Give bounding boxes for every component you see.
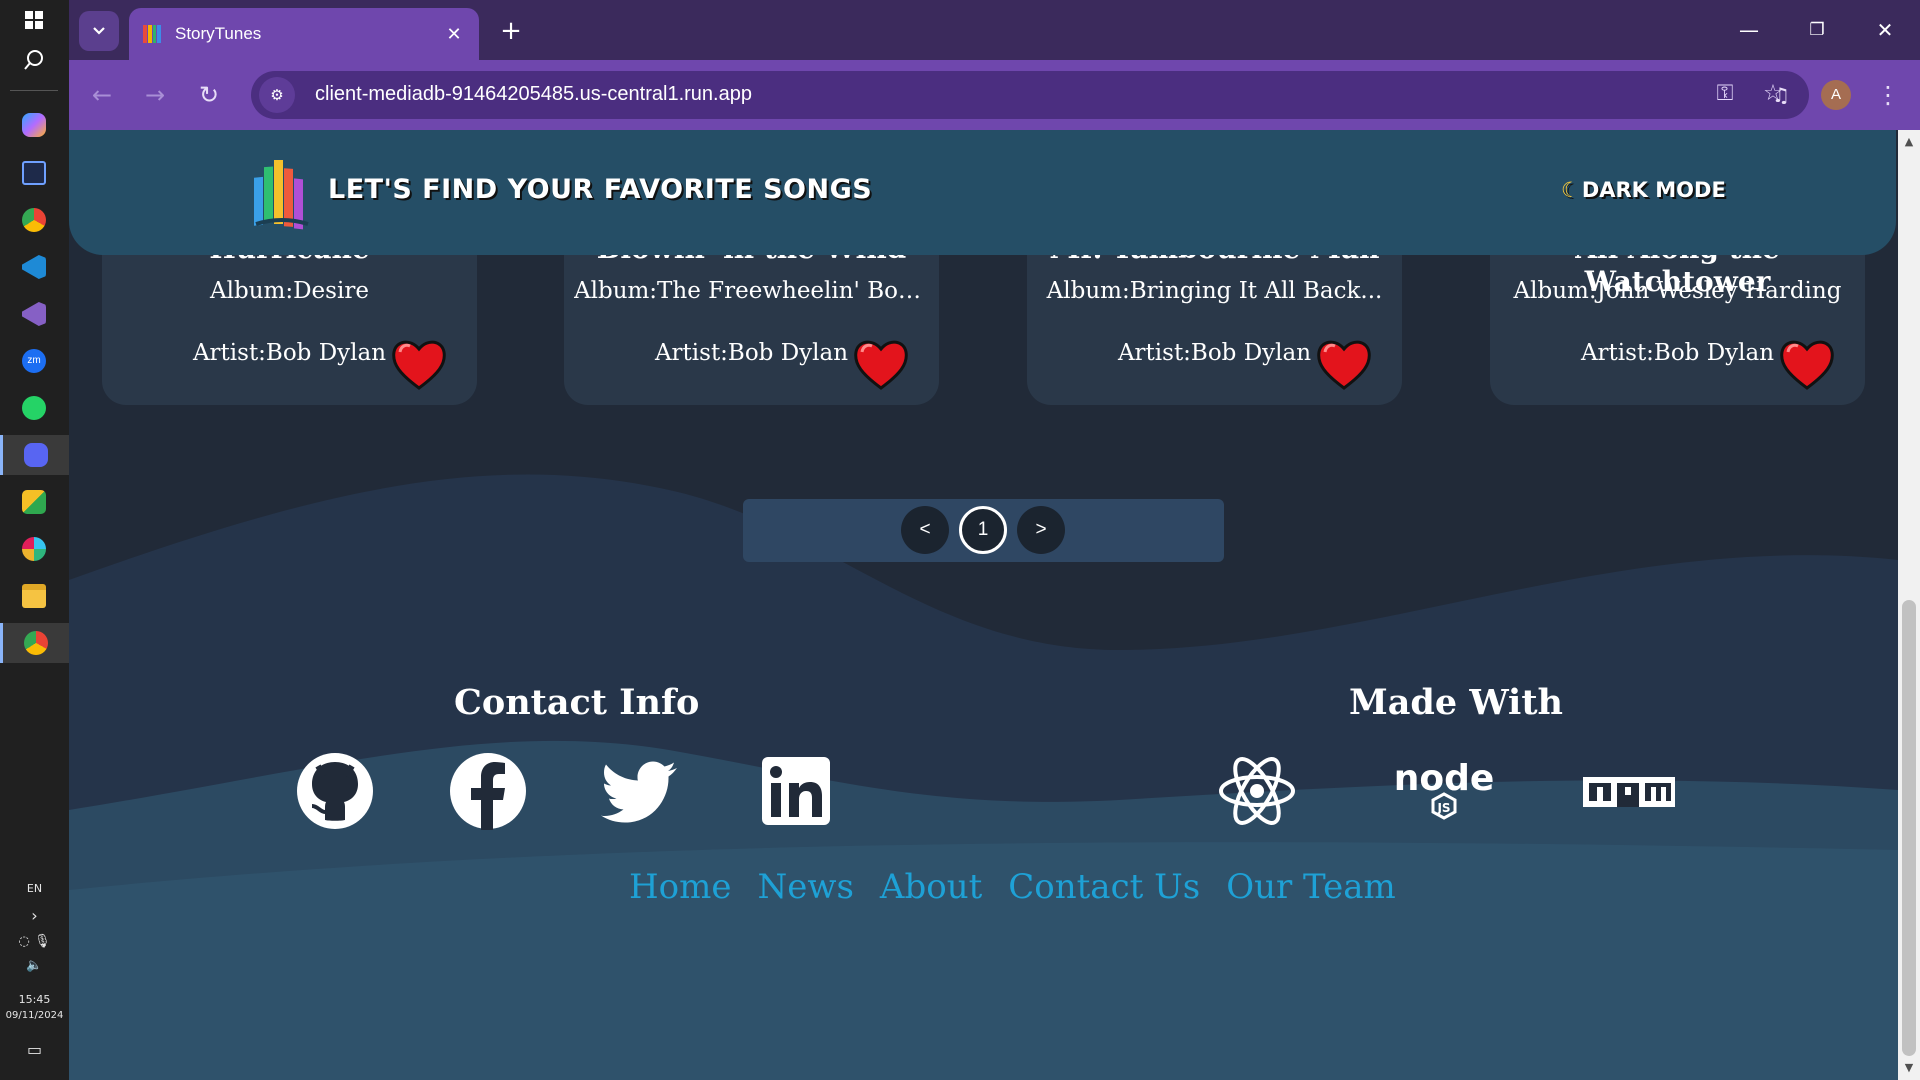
sticky-tools-icon[interactable] (10, 482, 58, 522)
whatsapp-icon[interactable] (10, 388, 58, 428)
scroll-thumb[interactable] (1902, 600, 1916, 1056)
next-page-button[interactable]: > (1017, 506, 1065, 554)
forward-icon[interactable]: → (136, 76, 174, 114)
contact-info-heading: Contact Info (454, 682, 700, 723)
svg-text:JS: JS (1436, 801, 1450, 815)
search-icon[interactable] (10, 40, 58, 80)
profile-avatar[interactable]: A (1821, 80, 1851, 110)
heart-favorite-icon[interactable] (1315, 336, 1373, 392)
volume-icon[interactable]: 🔈 (0, 958, 69, 973)
dark-mode-label: DARK MODE (1581, 178, 1726, 202)
new-tab-icon[interactable]: + (494, 14, 528, 48)
footer-link-about[interactable]: About (880, 867, 982, 907)
song-album: Album:Desire (210, 278, 369, 304)
taskbar-divider (10, 90, 58, 91)
page-1-button[interactable]: 1 (959, 506, 1007, 554)
close-window-icon[interactable]: ✕ (1865, 12, 1905, 48)
chevron-right-icon[interactable]: › (0, 906, 69, 925)
browser-tab[interactable]: StoryTunes ✕ (129, 8, 479, 60)
made-with-heading: Made With (1349, 682, 1563, 723)
twitter-icon[interactable] (601, 750, 683, 832)
slack-icon[interactable] (10, 529, 58, 569)
page-scrollbar[interactable]: ▲ ▼ (1898, 130, 1920, 1080)
restore-icon[interactable]: ❐ (1797, 12, 1837, 48)
github-icon[interactable] (294, 750, 376, 832)
password-key-icon[interactable]: ⚿ (1711, 81, 1739, 106)
footer-link-our-team[interactable]: Our Team (1226, 867, 1396, 907)
react-icon[interactable] (1216, 750, 1298, 832)
clock-time[interactable]: 15:45 (0, 993, 69, 1006)
terminal-app-icon[interactable] (10, 153, 58, 193)
nodejs-icon[interactable]: node JS (1389, 746, 1499, 828)
chrome-active-icon[interactable] (0, 623, 69, 663)
network-mic-icon[interactable]: ◌ 🎙 (0, 934, 69, 949)
dark-mode-toggle[interactable]: ☾DARK MODE (1561, 178, 1726, 202)
song-album: Album:The Freewheelin' Bob... (574, 278, 929, 304)
start-icon[interactable] (10, 0, 58, 40)
storytunes-logo-icon (254, 160, 309, 230)
menu-kebab-icon[interactable]: ⋮ (1869, 76, 1907, 114)
pagination: < 1 > (743, 499, 1224, 562)
visual-studio-icon[interactable] (10, 294, 58, 334)
tab-search-chevron-icon[interactable] (79, 11, 119, 51)
clock-date[interactable]: 09/11/2024 (0, 1010, 69, 1021)
copilot-icon[interactable] (10, 105, 58, 145)
facebook-icon[interactable] (447, 750, 529, 832)
site-header: LET'S FIND YOUR FAVORITE SONGS ☾DARK MOD… (69, 130, 1896, 255)
footer-nav: Home News About Contact Us Our Team (629, 867, 1396, 907)
heart-favorite-icon[interactable] (390, 336, 448, 392)
browser-toolbar: ← → ↻ ⚙ client-mediadb-91464205485.us-ce… (69, 60, 1920, 130)
npm-icon[interactable] (1579, 750, 1679, 832)
media-controls-icon[interactable]: ♫ (1762, 76, 1800, 114)
footer-link-news[interactable]: News (757, 867, 853, 907)
browser-tab-strip: StoryTunes ✕ + — ❐ ✕ (69, 0, 1920, 60)
heart-favorite-icon[interactable] (1778, 336, 1836, 392)
tab-title: StoryTunes (175, 24, 262, 43)
linkedin-icon[interactable] (755, 750, 837, 832)
back-icon[interactable]: ← (83, 76, 121, 114)
file-explorer-icon[interactable] (10, 576, 58, 616)
notification-icon[interactable]: ▭ (0, 1040, 69, 1059)
reload-icon[interactable]: ↻ (190, 76, 228, 114)
zoom-icon[interactable]: zm (10, 341, 58, 381)
heart-favorite-icon[interactable] (852, 336, 910, 392)
close-tab-icon[interactable]: ✕ (443, 24, 465, 45)
site-title: LET'S FIND YOUR FAVORITE SONGS (328, 174, 873, 205)
scroll-up-icon[interactable]: ▲ (1898, 132, 1920, 152)
url-text[interactable]: client-mediadb-91464205485.us-central1.r… (315, 83, 752, 106)
site-info-icon[interactable]: ⚙ (259, 77, 295, 113)
language-indicator[interactable]: EN (0, 882, 69, 895)
discord-icon[interactable] (0, 435, 69, 475)
address-bar[interactable]: ⚙ client-mediadb-91464205485.us-central1… (251, 71, 1809, 119)
song-album: Album:Bringing It All Back... (1046, 278, 1383, 304)
storytunes-favicon-icon (143, 25, 161, 43)
windows-taskbar: zm EN › ◌ 🎙 🔈 15:45 09/11/2024 ▭ (0, 0, 69, 1080)
page-viewport: Hurricane Album:Desire Artist:Bob Dylan … (69, 130, 1898, 1080)
prev-page-button[interactable]: < (901, 506, 949, 554)
footer-link-home[interactable]: Home (629, 867, 731, 907)
song-album: Album:John Wesley Harding (1513, 278, 1842, 304)
chrome-icon[interactable] (10, 200, 58, 240)
footer-link-contact-us[interactable]: Contact Us (1008, 867, 1200, 907)
vscode-icon[interactable] (10, 247, 58, 287)
moon-icon: ☾ (1561, 178, 1580, 202)
minimize-icon[interactable]: — (1729, 12, 1769, 48)
scroll-down-icon[interactable]: ▼ (1898, 1058, 1920, 1078)
